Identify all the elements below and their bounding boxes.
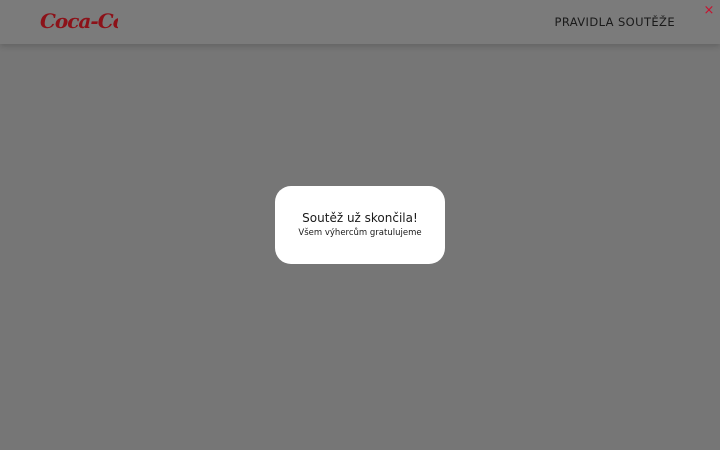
page-overlay: Coca-Cola PRAVIDLA SOUTĚŽE × Soutěž už s… [0, 0, 720, 450]
modal-title: Soutěž už skončila! [302, 211, 418, 225]
close-icon[interactable]: × [701, 3, 717, 19]
modal-subtitle: Všem výhercům gratulujeme [298, 228, 422, 238]
logo-text: Coca-Cola [40, 9, 118, 33]
top-header: Coca-Cola PRAVIDLA SOUTĚŽE × [0, 0, 720, 44]
contest-ended-modal: Soutěž už skončila! Všem výhercům gratul… [275, 186, 445, 264]
coca-cola-logo[interactable]: Coca-Cola [40, 6, 118, 36]
rules-link[interactable]: PRAVIDLA SOUTĚŽE [554, 15, 675, 29]
